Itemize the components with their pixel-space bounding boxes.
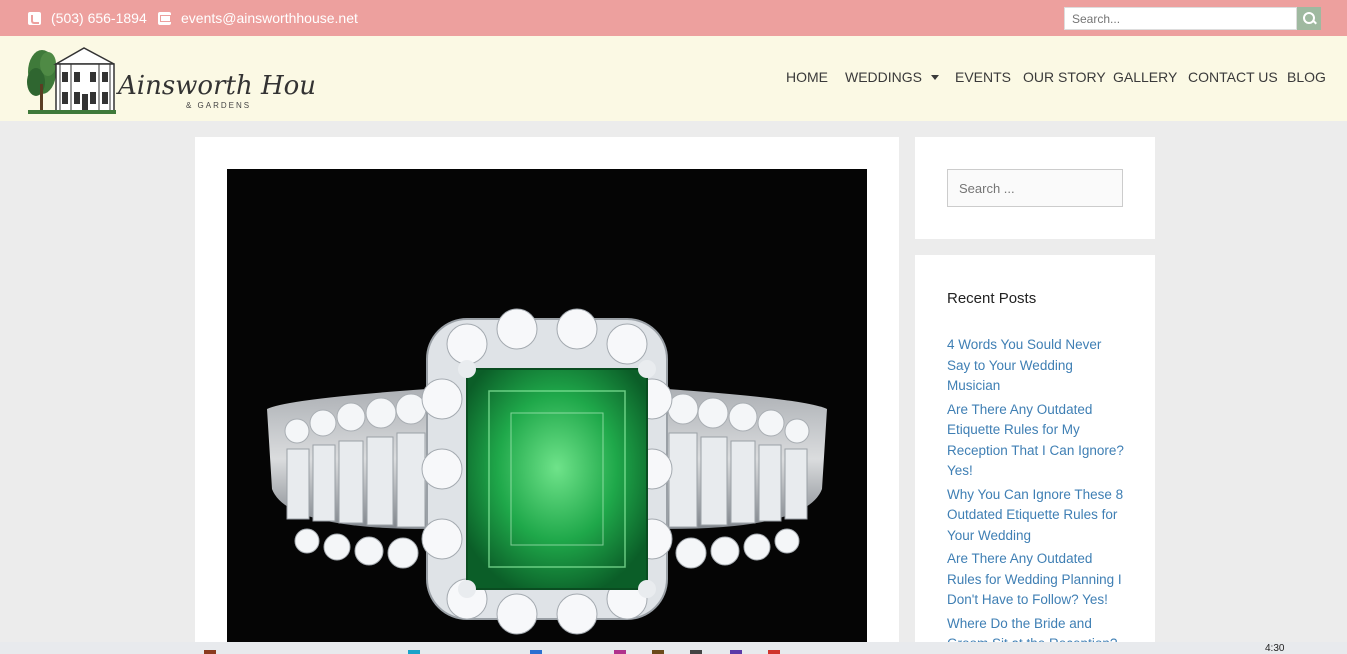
phone-link[interactable]: (503) 656-1894 (28, 0, 147, 36)
top-search-button[interactable] (1297, 7, 1321, 30)
nav-weddings[interactable]: WEDDINGS (845, 69, 939, 85)
nav-weddings-label: WEDDINGS (845, 69, 922, 85)
nav-our-story[interactable]: OUR STORY (1023, 69, 1106, 85)
email-link[interactable]: events@ainsworthhouse.net (158, 0, 358, 36)
nav-contact-us[interactable]: CONTACT US (1188, 69, 1278, 85)
recent-posts-list: 4 Words You Sould Never Say to Your Wedd… (947, 335, 1127, 654)
taskbar-app-icon[interactable] (690, 650, 702, 654)
house-logo-icon: Ainsworth House & GARDENS (27, 47, 345, 114)
nav-gallery[interactable]: GALLERY (1113, 69, 1177, 85)
logo-sub-text: & GARDENS (186, 101, 251, 110)
envelope-icon (158, 11, 171, 25)
nav-home[interactable]: HOME (786, 69, 828, 85)
phone-icon (28, 11, 41, 25)
taskbar-clock: 4:30 (1265, 643, 1285, 654)
taskbar-app-icon[interactable] (730, 650, 742, 654)
recent-posts-title: Recent Posts (947, 290, 1037, 307)
top-search-input[interactable] (1064, 7, 1297, 30)
taskbar-app-icon[interactable] (204, 650, 216, 654)
nav-blog[interactable]: BLOG (1287, 69, 1326, 85)
nav-events[interactable]: EVENTS (955, 69, 1011, 85)
recent-post-link[interactable]: 4 Words You Sould Never Say to Your Wedd… (947, 335, 1127, 397)
phone-number: (503) 656-1894 (51, 10, 147, 26)
featured-image-emerald-ring (227, 169, 867, 654)
recent-post-link[interactable]: Are There Any Outdated Rules for Wedding… (947, 549, 1127, 611)
sidebar-search-input[interactable] (947, 169, 1123, 207)
recent-post-link[interactable]: Are There Any Outdated Etiquette Rules f… (947, 400, 1127, 482)
os-taskbar (0, 642, 1347, 654)
taskbar-app-icon[interactable] (768, 650, 780, 654)
site-header: Ainsworth House & GARDENS HOME WEDDINGS … (0, 36, 1347, 121)
taskbar-app-icon[interactable] (652, 650, 664, 654)
taskbar-app-icon[interactable] (408, 650, 420, 654)
taskbar-app-icon[interactable] (530, 650, 542, 654)
email-address: events@ainsworthhouse.net (181, 10, 358, 26)
chevron-down-icon (931, 75, 939, 80)
recent-post-link[interactable]: Why You Can Ignore These 8 Outdated Etiq… (947, 485, 1127, 547)
site-logo[interactable]: Ainsworth House & GARDENS (26, 42, 345, 116)
logo-script-text: Ainsworth House (116, 71, 316, 101)
taskbar-app-icon[interactable] (614, 650, 626, 654)
